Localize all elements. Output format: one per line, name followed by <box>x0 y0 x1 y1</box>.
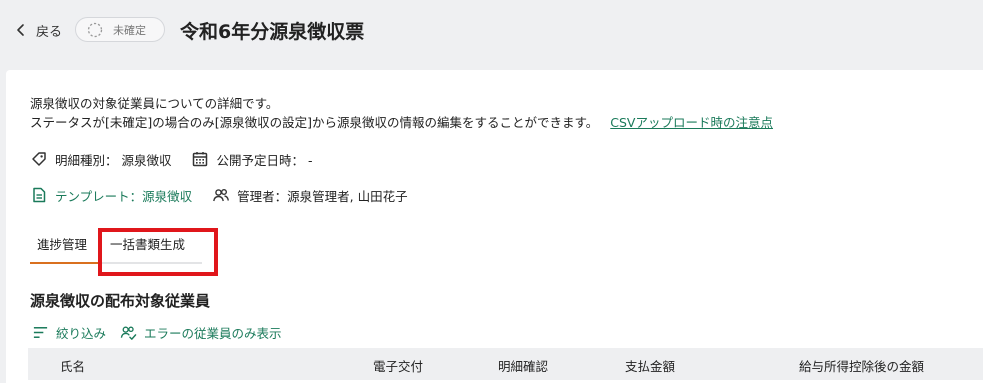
filter-icon <box>33 326 48 338</box>
template-link[interactable]: テンプレート：源泉徴収 <box>55 186 192 205</box>
document-icon <box>33 187 46 203</box>
back-button[interactable]: 戻る <box>14 20 62 40</box>
users-icon <box>213 189 230 202</box>
meta-row-2: テンプレート：源泉徴収 管理者：源泉管理者, 山田花子 <box>30 185 408 205</box>
table-header: 氏名 電子交付 明細確認 支払金額 給与所得控除後の金額 <box>28 348 983 380</box>
description-line-2: ステータスが[未確定]の場合のみ[源泉徴収の設定]から源泉徴収の情報の編集をする… <box>30 113 773 132</box>
detail-type: 明細種別： 源泉徴収 <box>55 152 172 168</box>
error-filter-label: エラーの従業員のみ表示 <box>144 325 282 341</box>
column-header-name[interactable]: 氏名 <box>60 356 85 375</box>
highlight-box <box>98 228 218 276</box>
table-actions: 絞り込み エラーの従業員のみ表示 <box>32 322 282 342</box>
filter-button[interactable]: 絞り込み <box>32 323 106 342</box>
detail-card: 源泉徴収の対象従業員についての詳細です。 ステータスが[未確定]の場合のみ[源泉… <box>6 70 983 383</box>
back-label: 戻る <box>36 24 63 40</box>
column-header-statement-confirmation[interactable]: 明細確認 <box>498 356 548 375</box>
tag-icon <box>32 152 46 166</box>
description-line-2-text: ステータスが[未確定]の場合のみ[源泉徴収の設定]から源泉徴収の情報の編集をする… <box>30 115 599 130</box>
managers: 管理者：源泉管理者, 山田花子 <box>237 188 408 204</box>
tab-progress[interactable]: 進捗管理 <box>30 234 100 264</box>
column-header-payment-amount[interactable]: 支払金額 <box>625 356 675 375</box>
page-title: 令和6年分源泉徴収票 <box>180 21 365 43</box>
meta-row-1: 明細種別： 源泉徴収 公開予定日時： - <box>30 149 312 169</box>
error-employees-filter[interactable]: エラーの従業員のみ表示 <box>120 323 282 342</box>
publish-date: 公開予定日時： - <box>216 152 313 168</box>
csv-notes-link[interactable]: CSVアップロード時の注意点 <box>610 115 773 130</box>
column-header-electronic-delivery[interactable]: 電子交付 <box>373 356 423 375</box>
column-header-income-after-deduction[interactable]: 給与所得控除後の金額 <box>799 356 924 375</box>
calendar-icon <box>193 152 208 167</box>
description: 源泉徴収の対象従業員についての詳細です。 ステータスが[未確定]の場合のみ[源泉… <box>30 94 773 132</box>
top-bar: 戻る 未確定 令和6年分源泉徴収票 <box>0 0 983 62</box>
section-title: 源泉徴収の配布対象従業員 <box>30 292 211 310</box>
users-check-icon <box>120 326 137 340</box>
status-badge-label: 未確定 <box>113 23 146 37</box>
status-badge: 未確定 <box>75 17 165 42</box>
dashed-circle-icon <box>87 22 103 37</box>
description-line-1: 源泉徴収の対象従業員についての詳細です。 <box>30 96 279 111</box>
filter-label: 絞り込み <box>56 325 107 341</box>
chevron-left-icon <box>17 24 24 36</box>
